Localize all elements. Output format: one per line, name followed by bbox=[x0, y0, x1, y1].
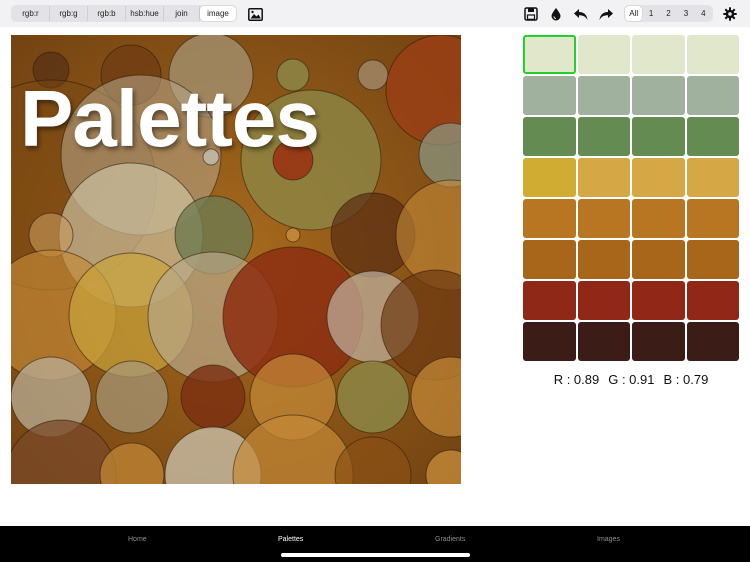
color-swatch[interactable] bbox=[523, 158, 576, 197]
color-swatch[interactable] bbox=[686, 281, 739, 320]
color-swatch[interactable] bbox=[686, 322, 739, 361]
count-segmented-control: All 1 2 3 4 bbox=[624, 5, 713, 22]
segment-hsb-hue[interactable]: hsb:hue bbox=[126, 6, 164, 21]
palette-row bbox=[523, 240, 739, 279]
top-toolbar: rgb:r rgb:g rgb:b hsb:hue join image All… bbox=[0, 0, 750, 27]
source-image[interactable]: Palettes bbox=[11, 35, 461, 484]
image-title: Palettes bbox=[20, 74, 320, 163]
color-swatch[interactable] bbox=[632, 158, 685, 197]
segment-rgb-b[interactable]: rgb:b bbox=[88, 6, 126, 21]
segment-rgb-g[interactable]: rgb:g bbox=[50, 6, 88, 21]
palette-grid bbox=[523, 35, 739, 363]
blue-value: B : 0.79 bbox=[663, 372, 709, 387]
palette-row bbox=[523, 35, 739, 74]
color-swatch[interactable] bbox=[686, 240, 739, 279]
green-value: G : 0.91 bbox=[608, 372, 655, 387]
count-4-option[interactable]: 4 bbox=[695, 6, 712, 21]
palette-row bbox=[523, 281, 739, 320]
color-swatch[interactable] bbox=[632, 240, 685, 279]
color-swatch[interactable] bbox=[523, 240, 576, 279]
color-swatch[interactable] bbox=[686, 199, 739, 238]
redo-icon[interactable] bbox=[597, 5, 615, 23]
gear-icon[interactable] bbox=[721, 5, 739, 23]
color-swatch[interactable] bbox=[686, 35, 739, 74]
photo-icon[interactable] bbox=[246, 5, 264, 23]
segment-join[interactable]: join bbox=[164, 6, 200, 21]
color-swatch[interactable] bbox=[523, 199, 576, 238]
color-swatch[interactable] bbox=[577, 240, 630, 279]
undo-icon[interactable] bbox=[572, 5, 590, 23]
color-swatch[interactable] bbox=[523, 322, 576, 361]
palette-row bbox=[523, 322, 739, 361]
color-swatch[interactable] bbox=[632, 117, 685, 156]
color-swatch[interactable] bbox=[632, 199, 685, 238]
save-icon[interactable] bbox=[522, 5, 540, 23]
color-swatch[interactable] bbox=[577, 76, 630, 115]
count-3-option[interactable]: 3 bbox=[677, 6, 694, 21]
color-swatch[interactable] bbox=[686, 76, 739, 115]
palette-row bbox=[523, 76, 739, 115]
red-value: R : 0.89 bbox=[553, 372, 600, 387]
home-indicator bbox=[281, 553, 470, 557]
color-swatch[interactable] bbox=[523, 76, 576, 115]
color-swatch[interactable] bbox=[632, 35, 685, 74]
palette-row bbox=[523, 117, 739, 156]
count-2-option[interactable]: 2 bbox=[660, 6, 677, 21]
palette-row bbox=[523, 158, 739, 197]
mode-segmented-control: rgb:r rgb:g rgb:b hsb:hue join image bbox=[11, 5, 237, 22]
color-swatch[interactable] bbox=[686, 158, 739, 197]
color-swatch[interactable] bbox=[523, 281, 576, 320]
color-swatch[interactable] bbox=[577, 117, 630, 156]
color-swatch[interactable] bbox=[577, 35, 630, 74]
tab-palettes[interactable]: Palettes bbox=[278, 536, 303, 543]
palette-row bbox=[523, 199, 739, 238]
color-swatch[interactable] bbox=[632, 76, 685, 115]
color-swatch[interactable] bbox=[577, 199, 630, 238]
drop-icon[interactable] bbox=[547, 5, 565, 23]
color-swatch[interactable] bbox=[577, 281, 630, 320]
segment-rgb-r[interactable]: rgb:r bbox=[12, 6, 50, 21]
color-swatch[interactable] bbox=[632, 322, 685, 361]
color-swatch[interactable] bbox=[577, 158, 630, 197]
color-swatch[interactable] bbox=[523, 117, 576, 156]
color-swatch[interactable] bbox=[523, 35, 576, 74]
color-swatch[interactable] bbox=[686, 117, 739, 156]
color-swatch[interactable] bbox=[632, 281, 685, 320]
rgb-readout: R : 0.89 G : 0.91 B : 0.79 bbox=[523, 372, 739, 387]
tab-home[interactable]: Home bbox=[128, 536, 147, 543]
color-swatch[interactable] bbox=[577, 322, 630, 361]
tab-images[interactable]: Images bbox=[597, 536, 620, 543]
tab-gradients[interactable]: Gradients bbox=[435, 536, 465, 543]
segment-image[interactable]: image bbox=[200, 6, 236, 21]
count-all-option[interactable]: All bbox=[625, 6, 643, 21]
count-1-option[interactable]: 1 bbox=[642, 6, 659, 21]
